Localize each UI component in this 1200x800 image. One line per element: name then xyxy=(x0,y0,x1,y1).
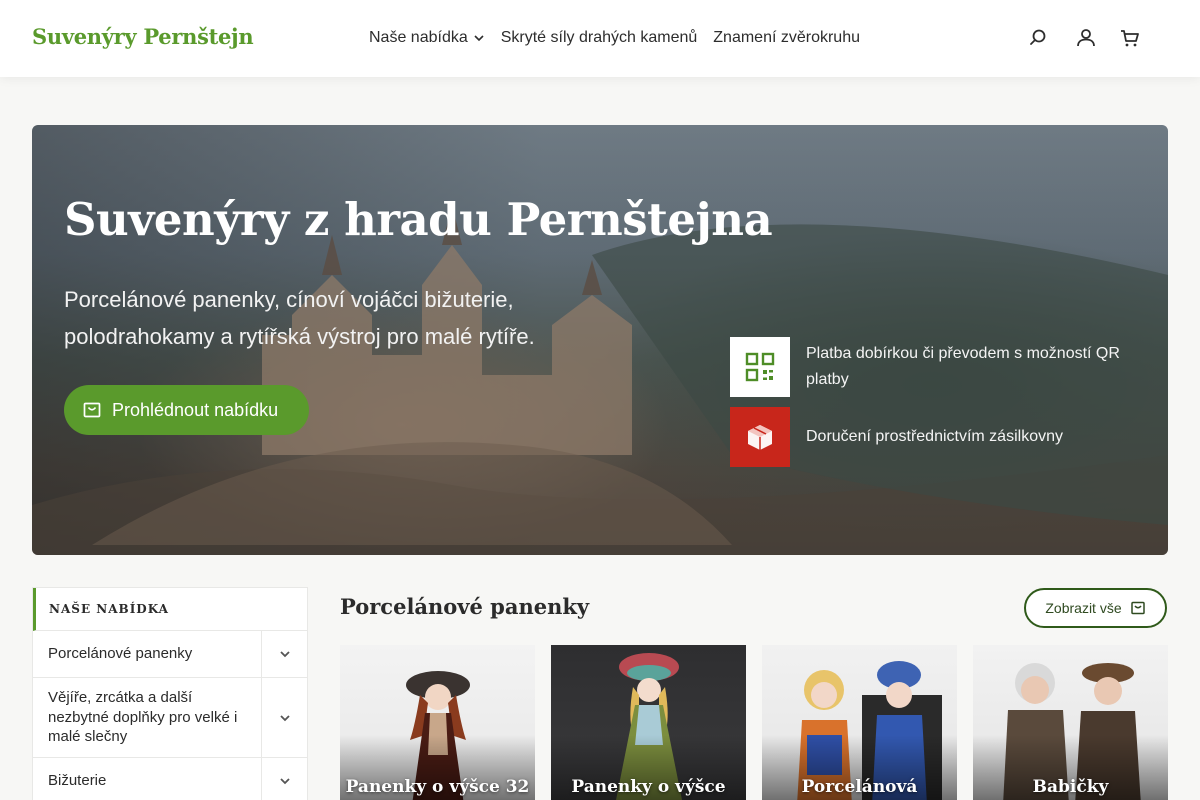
sidebar-item-label[interactable]: Porcelánové panenky xyxy=(33,631,261,677)
feature-delivery: Doručení prostřednictvím zásilkovny xyxy=(730,407,1063,467)
chevron-down-icon xyxy=(279,714,290,721)
nav-item-znameni[interactable]: Znamení zvěrokruhu xyxy=(713,29,860,47)
section-title: Porcelánové panenky xyxy=(340,594,590,619)
product-card[interactable]: Panenky o výšce xyxy=(551,645,746,800)
feature-qr-payment: Platba dobírkou či převodem s možností Q… xyxy=(730,337,1126,397)
sidebar-item-vejire[interactable]: Vějíře, zrcátka a další nezbytné doplňky… xyxy=(33,678,307,758)
feature-icon-box xyxy=(730,407,790,467)
chevron-down-icon xyxy=(279,778,290,785)
qr-code-icon xyxy=(745,352,775,382)
show-all-button[interactable]: Zobrazit vše xyxy=(1024,588,1167,628)
sidebar-item-porcelanove-panenky[interactable]: Porcelánové panenky xyxy=(33,631,307,678)
search-icon[interactable] xyxy=(1026,26,1050,50)
browse-offer-button[interactable]: Prohlédnout nabídku xyxy=(64,385,309,435)
nav-item-label: Skryté síly drahých kamenů xyxy=(500,29,698,46)
sidebar-expand-toggle[interactable] xyxy=(261,631,307,677)
sidebar-item-label[interactable]: Vějíře, zrcátka a další nezbytné doplňky… xyxy=(33,678,261,757)
main-nav: Naše nabídka Skryté síly drahých kamenů … xyxy=(369,29,860,47)
product-card[interactable]: Porcelánová xyxy=(762,645,957,800)
product-card[interactable]: Babičky xyxy=(973,645,1168,800)
product-caption: Panenky o výšce 32 xyxy=(345,777,530,797)
feature-text: Doručení prostřednictvím zásilkovny xyxy=(806,428,1063,445)
site-logo[interactable]: Suvenýry Pernštejn xyxy=(32,24,254,49)
nav-item-skryte-sily[interactable]: Skryté síly drahých kamenů xyxy=(501,29,698,47)
sidebar-expand-toggle[interactable] xyxy=(261,678,307,757)
hero-banner: Suvenýry z hradu Pernštejna Porcelánové … xyxy=(32,125,1168,555)
chevron-down-icon xyxy=(474,35,484,42)
product-caption: Panenky o výšce xyxy=(571,777,726,797)
product-card[interactable]: Panenky o výšce 32 xyxy=(340,645,535,800)
button-label: Zobrazit vše xyxy=(1045,600,1122,616)
sidebar-expand-toggle[interactable] xyxy=(261,758,307,800)
sidebar-item-bizuterie[interactable]: Bižuterie xyxy=(33,758,307,800)
cart-icon[interactable] xyxy=(1118,26,1142,50)
user-icon[interactable] xyxy=(1074,26,1098,50)
hero-title: Suvenýry z hradu Pernštejna xyxy=(64,193,773,246)
sidebar-heading: NAŠE NABÍDKA xyxy=(33,588,307,631)
feature-icon-box xyxy=(730,337,790,397)
product-caption: Babičky xyxy=(1032,777,1109,797)
hero-subtitle: Porcelánové panenky, cínoví vojáčci bižu… xyxy=(64,287,535,349)
category-sidebar: NAŠE NABÍDKA Porcelánové panenky Vějíře,… xyxy=(32,587,308,800)
nav-item-nase-nabidka[interactable]: Naše nabídka xyxy=(369,29,485,47)
product-caption: Porcelánová xyxy=(801,777,918,797)
nav-item-label: Naše nabídka xyxy=(369,29,468,46)
shopping-bag-icon xyxy=(83,402,101,418)
package-icon xyxy=(748,425,772,450)
feature-text: Platba dobírkou či převodem s možností Q… xyxy=(806,345,1120,388)
button-label: Prohlédnout nabídku xyxy=(112,399,279,420)
chevron-down-icon xyxy=(279,651,290,658)
shopping-bag-icon xyxy=(1130,601,1145,615)
sidebar-item-label[interactable]: Bižuterie xyxy=(33,758,261,800)
site-header: Suvenýry Pernštejn Naše nabídka Skryté s… xyxy=(0,0,1200,77)
nav-item-label: Znamení zvěrokruhu xyxy=(713,29,860,46)
